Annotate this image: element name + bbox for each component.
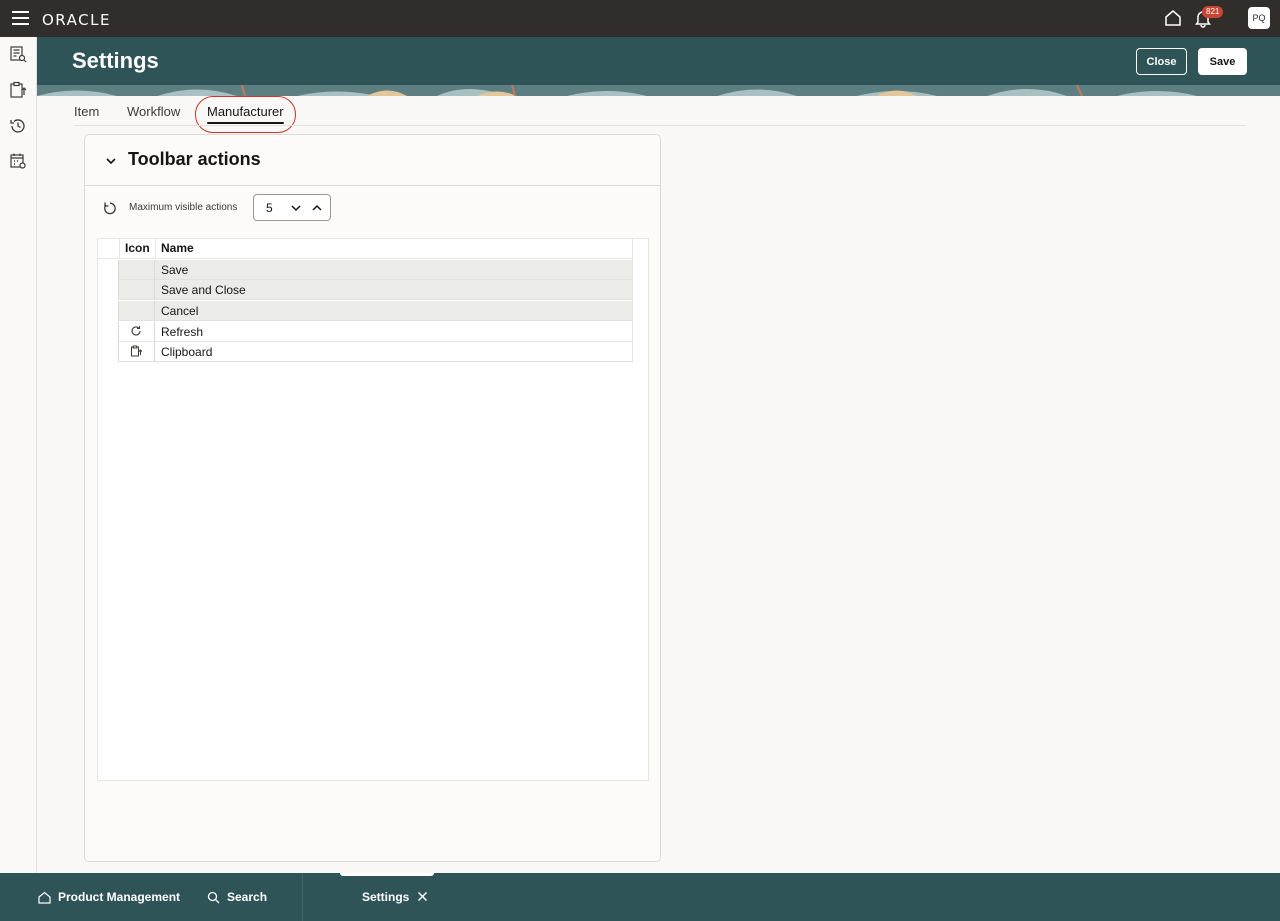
notification-badge: 821 bbox=[1202, 6, 1224, 18]
clipboard-icon bbox=[131, 345, 142, 357]
product-management-link[interactable]: Product Management bbox=[58, 890, 180, 904]
table-row[interactable]: Save and Close bbox=[98, 280, 633, 300]
settings-taskbar-tab[interactable]: Settings bbox=[362, 890, 409, 904]
panel-title: Toolbar actions bbox=[128, 149, 261, 169]
row-name: Cancel bbox=[161, 304, 199, 318]
panel-header[interactable]: Toolbar actions bbox=[85, 135, 660, 186]
column-divider bbox=[155, 239, 156, 259]
bottom-taskbar: Product Management Search Settings bbox=[0, 873, 1280, 921]
close-button[interactable]: Close bbox=[1136, 48, 1187, 75]
row-icon-cell bbox=[119, 342, 155, 362]
save-button[interactable]: Save bbox=[1198, 48, 1247, 75]
highlight-annotation-circle bbox=[195, 96, 296, 133]
history-icon[interactable] bbox=[9, 117, 27, 135]
row-icon-cell bbox=[119, 280, 155, 300]
home-icon[interactable] bbox=[38, 891, 51, 904]
table-row[interactable]: Cancel bbox=[98, 301, 633, 321]
actions-table: Icon Name Save Save and Close Cancel Ref… bbox=[97, 238, 649, 781]
top-bar: ORACLE 821 PQ bbox=[0, 0, 1280, 37]
max-visible-actions-stepper[interactable]: 5 bbox=[253, 194, 331, 221]
row-name: Save and Close bbox=[161, 283, 246, 297]
tab-workflow[interactable]: Workflow bbox=[127, 104, 180, 119]
table-row[interactable]: Save bbox=[98, 260, 633, 280]
table-right-border bbox=[632, 239, 633, 363]
hamburger-menu-icon[interactable] bbox=[12, 11, 29, 25]
search-icon[interactable] bbox=[207, 891, 220, 904]
table-header: Icon Name bbox=[98, 239, 633, 259]
row-handle[interactable] bbox=[98, 342, 119, 362]
reset-icon[interactable] bbox=[103, 201, 117, 215]
close-icon[interactable] bbox=[417, 891, 428, 902]
row-name: Clipboard bbox=[161, 345, 213, 359]
chevron-down-icon[interactable] bbox=[105, 155, 117, 167]
search-link[interactable]: Search bbox=[227, 890, 267, 904]
row-icon-cell bbox=[119, 301, 155, 321]
page-header: Settings Close Save bbox=[37, 37, 1280, 96]
task-list-search-icon[interactable] bbox=[9, 45, 27, 63]
row-icon-cell bbox=[119, 260, 155, 280]
column-divider bbox=[119, 239, 120, 259]
stepper-value[interactable]: 5 bbox=[266, 201, 273, 215]
header-decorative-pattern bbox=[37, 85, 1280, 96]
row-handle[interactable] bbox=[98, 280, 119, 300]
column-header-icon: Icon bbox=[125, 241, 150, 255]
tab-item[interactable]: Item bbox=[74, 104, 99, 119]
taskbar-divider bbox=[302, 873, 303, 921]
left-rail bbox=[0, 37, 37, 873]
column-header-name: Name bbox=[161, 241, 194, 255]
avatar[interactable]: PQ bbox=[1248, 7, 1270, 29]
row-handle[interactable] bbox=[98, 322, 119, 342]
max-visible-actions-label: Maximum visible actions bbox=[129, 202, 238, 213]
table-row[interactable]: Refresh bbox=[98, 322, 633, 342]
row-icon-cell bbox=[119, 322, 155, 342]
clipboard-upload-icon[interactable] bbox=[9, 81, 27, 99]
toolbar-actions-panel: Toolbar actions Maximum visible actions … bbox=[84, 134, 661, 862]
row-handle[interactable] bbox=[98, 301, 119, 321]
active-taskbar-indicator bbox=[340, 873, 434, 876]
chevron-down-icon[interactable] bbox=[289, 201, 303, 215]
table-row[interactable]: Clipboard bbox=[98, 342, 633, 362]
row-handle[interactable] bbox=[98, 260, 119, 280]
row-name: Save bbox=[161, 263, 189, 277]
home-icon[interactable] bbox=[1164, 9, 1182, 27]
oracle-logo: ORACLE bbox=[42, 11, 111, 29]
refresh-icon bbox=[131, 326, 141, 336]
chevron-up-icon[interactable] bbox=[310, 201, 324, 215]
tabs-divider bbox=[74, 125, 1246, 126]
row-name: Refresh bbox=[161, 325, 204, 339]
calendar-settings-icon[interactable] bbox=[9, 152, 27, 170]
page-title: Settings bbox=[72, 48, 159, 73]
